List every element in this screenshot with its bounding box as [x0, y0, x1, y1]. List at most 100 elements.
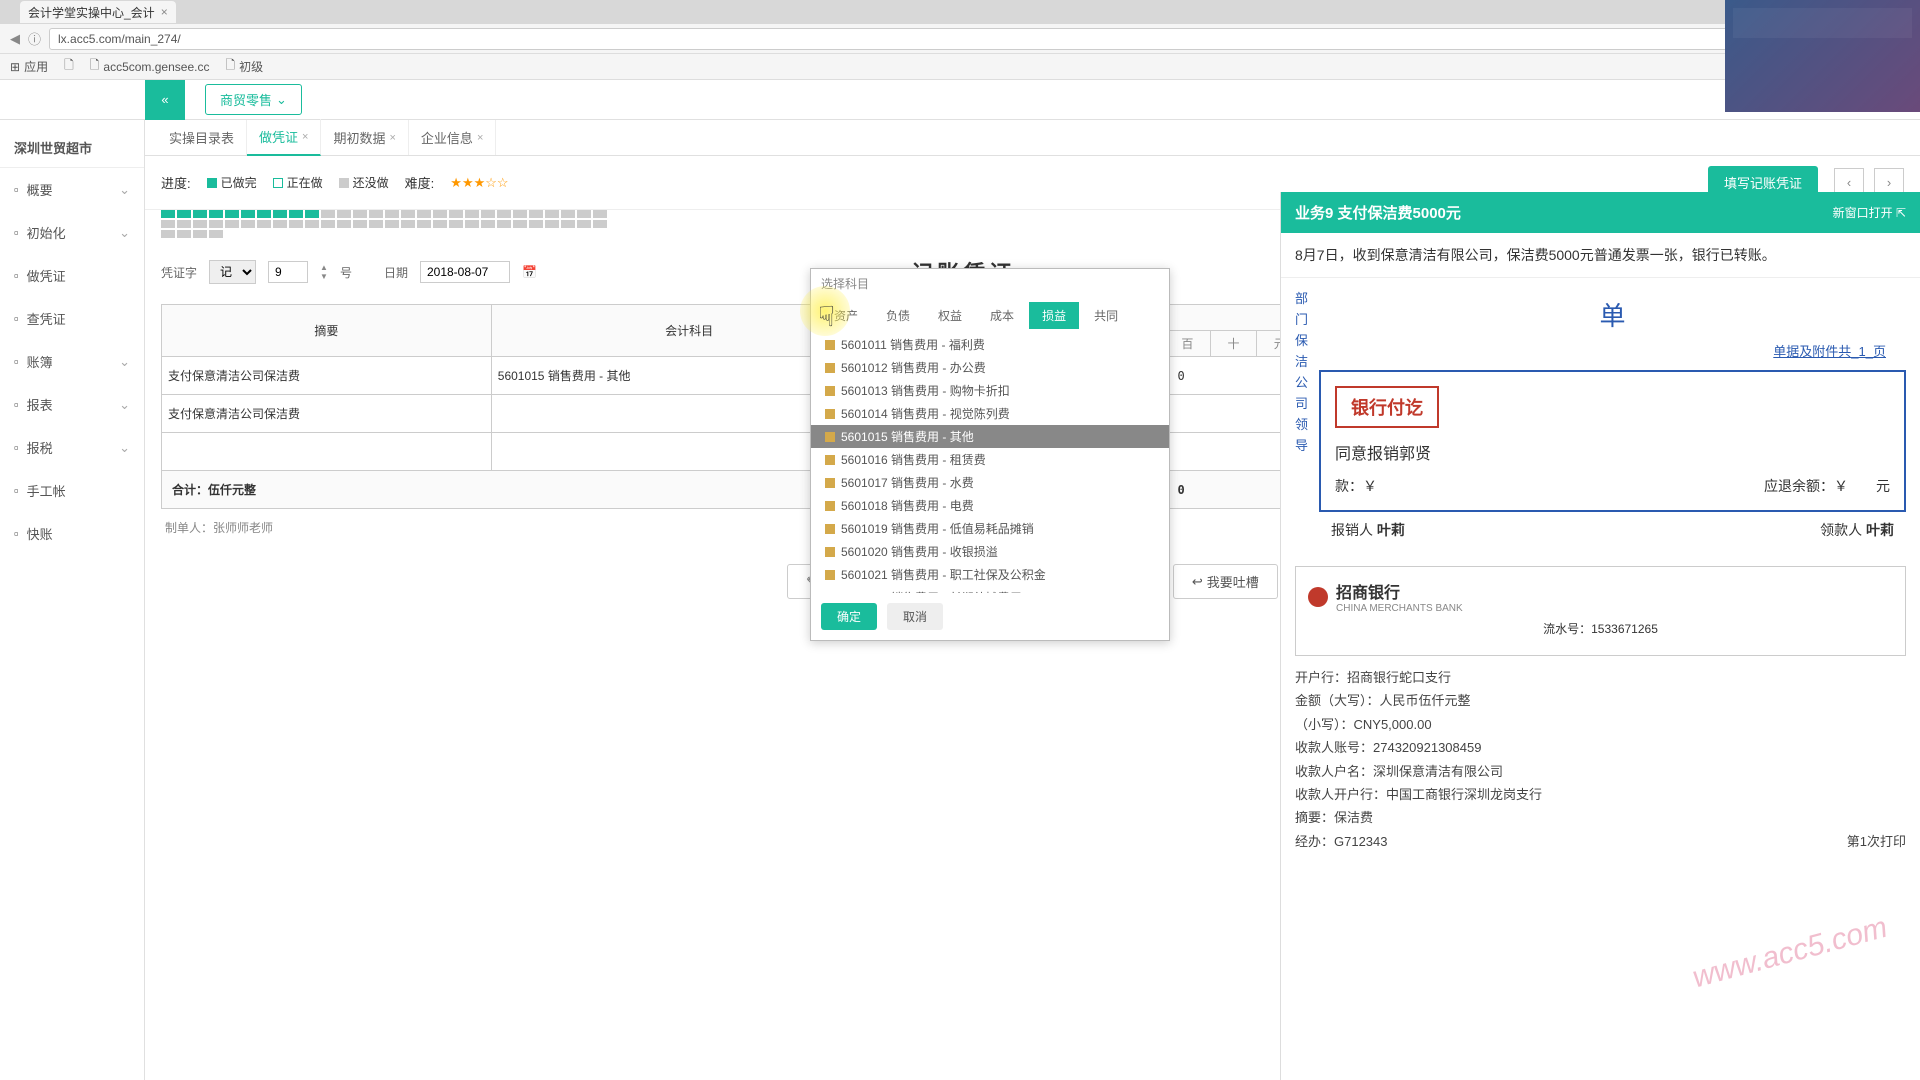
close-icon[interactable]: × — [389, 132, 395, 144]
bookmark-item[interactable]: 🗋 初级 — [225, 56, 263, 77]
tab-title: 会计学堂实操中心_会计 — [28, 4, 155, 21]
sidebar-item[interactable]: ▫概要⌄ — [0, 168, 144, 211]
watermark: www.acc5.com — [1689, 911, 1891, 996]
col-summary: 摘要 — [162, 305, 492, 357]
account-item[interactable]: 5601019 销售费用 - 低值易耗品摊销 — [811, 517, 1169, 540]
bank-slip: 招商银行 CHINA MERCHANTS BANK 流水号：1533671265 — [1295, 566, 1906, 656]
approval-text: 同意报销郭贤 — [1335, 440, 1890, 464]
voucher-type-label: 凭证字 — [161, 264, 197, 281]
sidebar-item[interactable]: ▫快账 — [0, 512, 144, 555]
sidebar-item[interactable]: ▫报税⌄ — [0, 426, 144, 469]
sidebar-item[interactable]: ▫查凭证 — [0, 297, 144, 340]
category-dropdown[interactable]: 商贸零售⌄ — [205, 84, 302, 115]
back-icon[interactable]: ◀ — [10, 31, 20, 47]
bank-logo-icon — [1308, 587, 1328, 607]
tab-bar: 实操目录表做凭证×期初数据×企业信息× — [145, 120, 1920, 156]
sidebar-item[interactable]: ▫账簿⌄ — [0, 340, 144, 383]
account-item[interactable]: 5601018 销售费用 - 电费 — [811, 494, 1169, 517]
tab[interactable]: 做凭证× — [247, 119, 321, 156]
sidebar-item[interactable]: ▫初始化⌄ — [0, 211, 144, 254]
new-window-button[interactable]: 新窗口打开 ⇱ — [1833, 204, 1906, 221]
right-panel-header: 业务9 支付保洁费5000元 新窗口打开 ⇱ — [1281, 192, 1920, 233]
tab[interactable]: 企业信息× — [409, 120, 496, 155]
sidebar-item[interactable]: ▫手工帐 — [0, 469, 144, 512]
app-header: « 商贸零售⌄ 张师师老师 (SVIP会员) — [0, 80, 1920, 120]
account-item[interactable]: 5601021 销售费用 - 职工社保及公积金 — [811, 563, 1169, 586]
difficulty-stars: ★★★☆☆ — [450, 175, 508, 191]
sidebar-item[interactable]: ▫做凭证 — [0, 254, 144, 297]
bookmark-bar: ⊞ 应用 🗋 🗋 acc5com.gensee.cc 🗋 初级 — [0, 54, 1920, 80]
webcam-overlay — [1725, 0, 1920, 112]
account-selector-popup: 选择科目 资产负债权益成本损益共同 5601011 销售费用 - 福利费5601… — [810, 268, 1170, 641]
account-category-tab[interactable]: 成本 — [977, 302, 1027, 329]
cancel-button[interactable]: 取消 — [887, 603, 943, 630]
account-category-tab[interactable]: 负债 — [873, 302, 923, 329]
sidebar: 深圳世贸超市 ▫概要⌄▫初始化⌄▫做凭证▫查凭证▫账簿⌄▫报表⌄▫报税⌄▫手工帐… — [0, 120, 145, 1080]
action-button[interactable]: ↩我要吐槽 — [1173, 564, 1278, 599]
number-down-icon[interactable]: ▼ — [320, 272, 328, 281]
voucher-number-input[interactable] — [268, 261, 308, 283]
number-suffix: 号 — [340, 264, 352, 281]
account-item[interactable]: 5601011 销售费用 - 福利费 — [811, 333, 1169, 356]
account-item[interactable]: 5601020 销售费用 - 收银损溢 — [811, 540, 1169, 563]
tab[interactable]: 期初数据× — [321, 120, 408, 155]
account-category-tab[interactable]: 共同 — [1081, 302, 1131, 329]
account-item[interactable]: 5601015 销售费用 - 其他 — [811, 425, 1169, 448]
date-input[interactable] — [420, 261, 510, 283]
browser-tab-strip: 会计学堂实操中心_会计 × — [0, 0, 1920, 24]
voucher-type-select[interactable]: 记 — [209, 260, 256, 284]
browser-tab[interactable]: 会计学堂实操中心_会计 × — [20, 1, 176, 23]
account-category-tab[interactable]: 权益 — [925, 302, 975, 329]
doc-attachment-count: 单据及附件共_1_页 — [1319, 341, 1886, 360]
account-item[interactable]: 5601014 销售费用 - 视觉陈列费 — [811, 402, 1169, 425]
total-label: 合计：伍仟元整 — [162, 471, 888, 509]
url-input[interactable]: lx.acc5.com/main_274/ — [49, 28, 1910, 50]
close-icon[interactable]: × — [302, 131, 308, 143]
date-label: 日期 — [384, 264, 408, 281]
account-item[interactable]: 5601017 销售费用 - 水费 — [811, 471, 1169, 494]
bank-serial: 流水号：1533671265 — [1308, 620, 1893, 637]
progress-bars — [161, 210, 621, 238]
doc-frame: 银行付讫 同意报销郭贤 款：￥ 应退余额：￥ 元 — [1319, 370, 1906, 512]
calendar-icon[interactable]: 📅 — [522, 265, 537, 279]
right-panel: 业务9 支付保洁费5000元 新窗口打开 ⇱ 8月7日，收到保意清洁有限公司，保… — [1280, 192, 1920, 1080]
account-item[interactable]: 5601013 销售费用 - 购物卡折扣 — [811, 379, 1169, 402]
close-icon[interactable]: × — [477, 132, 483, 144]
expand-icon: ⇱ — [1896, 206, 1906, 220]
bookmark-item[interactable]: 🗋 — [64, 56, 74, 77]
apps-button[interactable]: ⊞ 应用 — [10, 58, 48, 75]
collapse-sidebar-button[interactable]: « — [145, 80, 185, 120]
account-category-tab[interactable]: 损益 — [1029, 302, 1079, 329]
legend-done: 已做完 — [207, 174, 257, 191]
chevron-down-icon: ⌄ — [276, 92, 287, 108]
info-icon[interactable]: ⓘ — [28, 29, 41, 48]
difficulty-label: 难度: — [405, 173, 435, 192]
doc-persons: 报销人 叶莉 领款人 叶莉 — [1319, 512, 1906, 548]
bank-name: 招商银行 — [1336, 579, 1463, 603]
tab[interactable]: 实操目录表 — [157, 120, 247, 155]
document-viewer[interactable]: 部门保洁公司领导 单 单据及附件共_1_页 银行付讫 同意报销郭贤 款：￥ 应退… — [1281, 278, 1920, 1080]
account-list[interactable]: 5601011 销售费用 - 福利费5601012 销售费用 - 办公费5601… — [811, 333, 1169, 593]
bank-paid-stamp: 银行付讫 — [1335, 386, 1439, 428]
legend-not: 还没做 — [339, 174, 389, 191]
doc-side-chars: 部门保洁公司领导 — [1295, 288, 1309, 548]
account-item[interactable]: 5601016 销售费用 - 租赁费 — [811, 448, 1169, 471]
close-icon[interactable]: × — [161, 5, 168, 19]
bank-name-en: CHINA MERCHANTS BANK — [1336, 603, 1463, 614]
account-category-tabs: 资产负债权益成本损益共同 — [811, 298, 1169, 333]
transfer-info: 开户行：招商银行蛇口支行 金额（大写）：人民币伍仟元整 （小写）：CNY5,00… — [1295, 666, 1906, 853]
bookmark-item[interactable]: 🗋 acc5com.gensee.cc — [90, 56, 210, 77]
legend-doing: 正在做 — [273, 174, 323, 191]
progress-label: 进度: — [161, 173, 191, 192]
sidebar-title: 深圳世贸超市 — [0, 128, 144, 168]
account-category-tab[interactable]: 资产 — [821, 302, 871, 329]
confirm-button[interactable]: 确定 — [821, 603, 877, 630]
business-description: 8月7日，收到保意清洁有限公司，保洁费5000元普通发票一张，银行已转账。 — [1281, 233, 1920, 278]
popup-title: 选择科目 — [811, 269, 1169, 298]
account-item[interactable]: 5601012 销售费用 - 办公费 — [811, 356, 1169, 379]
url-bar: ◀ ⓘ lx.acc5.com/main_274/ — [0, 24, 1920, 54]
doc-title: 单 — [1319, 296, 1906, 333]
account-item[interactable]: 5601022 销售费用 - 长期待摊费用 — [811, 586, 1169, 593]
sidebar-item[interactable]: ▫报表⌄ — [0, 383, 144, 426]
number-up-icon[interactable]: ▲ — [320, 263, 328, 272]
